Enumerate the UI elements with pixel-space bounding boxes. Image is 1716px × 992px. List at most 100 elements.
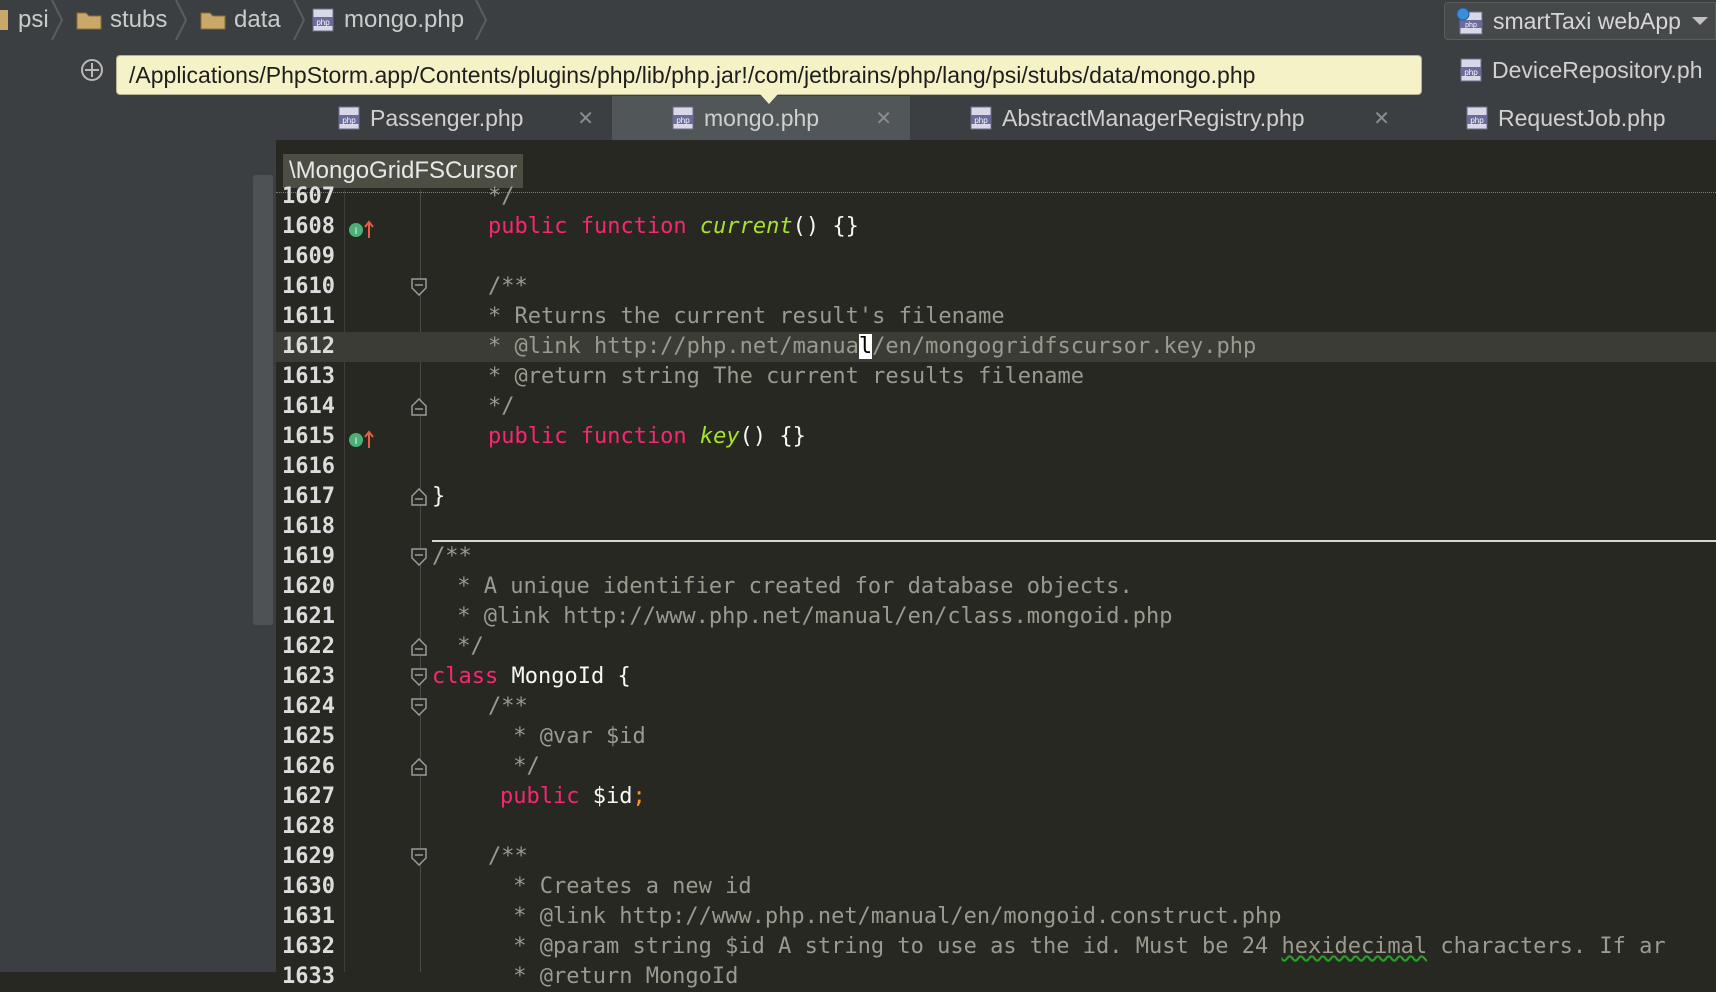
php-file-icon: php <box>1466 106 1488 130</box>
implements-method-icon[interactable]: I <box>348 430 376 450</box>
chevron-down-icon <box>1691 17 1708 25</box>
php-file-icon: php <box>672 106 694 130</box>
code-line[interactable]: 1614 */ <box>276 392 1716 422</box>
line-number: 1620 <box>282 574 335 599</box>
line-number: 1615 <box>282 424 335 449</box>
fold-collapse-icon[interactable] <box>411 848 427 866</box>
run-configuration-dropdown[interactable]: php smartTaxi webApp <box>1444 2 1716 40</box>
tab-passenger-php[interactable]: php Passenger.php ✕ <box>276 96 612 140</box>
breadcrumb-item-mongo-php[interactable]: php mongo.php <box>312 0 464 40</box>
fold-end-icon[interactable] <box>411 488 427 506</box>
spelling-warning[interactable]: hexidecimal <box>1281 934 1427 959</box>
code-line[interactable]: 1633 * @return MongoId <box>276 962 1716 992</box>
code-line[interactable]: 1608 Ipublic function current() {} <box>276 212 1716 242</box>
code-line[interactable]: 1622 */ <box>276 632 1716 662</box>
code-line[interactable]: 1623 class MongoId { <box>276 662 1716 692</box>
fold-end-icon[interactable] <box>411 398 427 416</box>
line-number: 1622 <box>282 634 335 659</box>
fold-collapse-icon[interactable] <box>411 278 427 296</box>
tab-device-repository[interactable]: php DeviceRepository.ph <box>1460 52 1703 88</box>
code-line[interactable]: 1611 * Returns the current result's filen… <box>276 302 1716 332</box>
code-line[interactable]: 1624 /** <box>276 692 1716 722</box>
code-line[interactable]: 1609 <box>276 242 1716 272</box>
line-number: 1611 <box>282 304 335 329</box>
line-number: 1616 <box>282 454 335 479</box>
fold-end-icon[interactable] <box>411 638 427 656</box>
code-line[interactable]: 1617} <box>276 482 1716 512</box>
line-number: 1618 <box>282 514 335 539</box>
fold-end-icon[interactable] <box>411 758 427 776</box>
code-line[interactable]: 1625 * @var $id <box>276 722 1716 752</box>
project-sidebar <box>0 96 276 972</box>
folder-icon <box>0 10 8 30</box>
line-number: 1626 <box>282 754 335 779</box>
line-number: 1608 <box>282 214 335 239</box>
fold-collapse-icon[interactable] <box>411 548 427 566</box>
breadcrumb-separator <box>293 0 306 40</box>
code-text: * @link http://www.php.net/manual/en/cla… <box>444 604 1173 629</box>
close-tab-icon[interactable]: ✕ <box>1373 106 1390 131</box>
line-number: 1627 <box>282 784 335 809</box>
close-tab-icon[interactable]: ✕ <box>875 106 892 131</box>
line-number: 1617 <box>282 484 335 509</box>
svg-text:php: php <box>974 116 988 125</box>
code-line[interactable]: 1618 <box>276 512 1716 542</box>
breadcrumb-item-stubs[interactable]: stubs <box>76 0 167 40</box>
fold-collapse-icon[interactable] <box>411 698 427 716</box>
line-number: 1629 <box>282 844 335 869</box>
code-text: * @return MongoId <box>500 964 739 989</box>
code-line[interactable]: 1616 <box>276 452 1716 482</box>
code-line[interactable]: 1631 * @link http://www.php.net/manual/e… <box>276 902 1716 932</box>
code-text: */ <box>500 754 540 779</box>
code-line[interactable]: 1626 */ <box>276 752 1716 782</box>
file-path-tooltip: /Applications/PhpStorm.app/Contents/plug… <box>116 55 1422 95</box>
line-number: 1632 <box>282 934 335 959</box>
tab-abstract-manager-registry-php[interactable]: php AbstractManagerRegistry.php ✕ <box>910 96 1408 140</box>
code-text: * Creates a new id <box>500 874 752 899</box>
code-text: } <box>432 484 446 509</box>
close-tab-icon[interactable]: ✕ <box>577 106 594 131</box>
code-line[interactable]: 1610 /** <box>276 272 1716 302</box>
line-number: 1610 <box>282 274 335 299</box>
code-line[interactable]: 1627 public $id; <box>276 782 1716 812</box>
code-line[interactable]: 1612 * @link http://php.net/manual/en/mon… <box>276 332 1716 362</box>
breadcrumb-item-psi[interactable]: psi <box>0 0 49 40</box>
code-text: /** <box>488 844 528 869</box>
code-line[interactable]: 1632 * @param string $id A string to use… <box>276 932 1716 962</box>
folder-icon <box>76 12 102 30</box>
line-number: 1625 <box>282 724 335 749</box>
line-number: 1607 <box>282 184 335 209</box>
line-number: 1630 <box>282 874 335 899</box>
breadcrumb-separator <box>475 0 488 40</box>
code-line[interactable]: 1613 * @return string The current results… <box>276 362 1716 392</box>
code-line[interactable]: 1629 /** <box>276 842 1716 872</box>
code-line[interactable]: 1621 * @link http://www.php.net/manual/e… <box>276 602 1716 632</box>
tab-request-job-php[interactable]: php RequestJob.php <box>1408 96 1716 140</box>
sidebar-scrollbar[interactable] <box>253 175 273 625</box>
line-number: 1624 <box>282 694 335 719</box>
code-text: * @link http://www.php.net/manual/en/mon… <box>500 904 1282 929</box>
code-line[interactable]: 1615 Ipublic function key() {} <box>276 422 1716 452</box>
code-text: */ <box>444 634 484 659</box>
code-text: * @link http://php.net/manual/en/mongogr… <box>488 334 1257 359</box>
code-text: public $id; <box>500 784 646 809</box>
line-number: 1631 <box>282 904 335 929</box>
code-line[interactable]: 1630 * Creates a new id <box>276 872 1716 902</box>
crosshair-icon[interactable] <box>78 56 106 84</box>
code-text: /** <box>488 694 528 719</box>
code-text: */ <box>488 184 515 209</box>
code-line[interactable]: 1628 <box>276 812 1716 842</box>
php-file-icon: php <box>338 106 360 130</box>
breadcrumb-item-data[interactable]: data <box>200 0 281 40</box>
code-line[interactable]: 1620 * A unique identifier created for d… <box>276 572 1716 602</box>
fold-collapse-icon[interactable] <box>411 668 427 686</box>
code-text: /** <box>488 274 528 299</box>
breadcrumb-separator <box>175 0 188 40</box>
svg-text:I: I <box>355 436 358 446</box>
code-line[interactable]: 1607 */ <box>276 182 1716 212</box>
line-number: 1621 <box>282 604 335 629</box>
code-line[interactable]: 1619 /** <box>276 542 1716 572</box>
implements-method-icon[interactable]: I <box>348 220 376 240</box>
php-web-app-icon: php <box>1456 7 1483 35</box>
line-number: 1609 <box>282 244 335 269</box>
